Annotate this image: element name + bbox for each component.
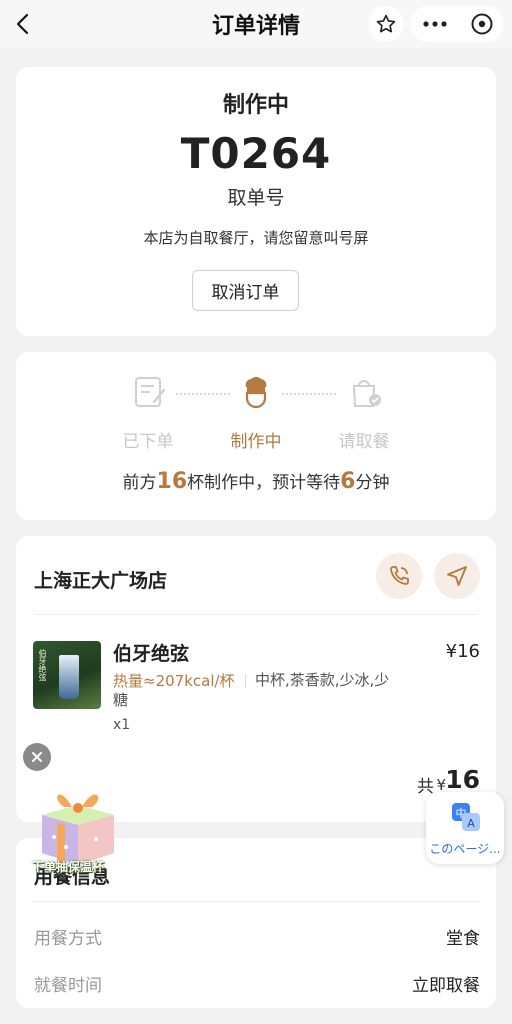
gift-promo-button[interactable] bbox=[36, 777, 120, 871]
translate-page-button[interactable]: 中A このページ... bbox=[426, 792, 504, 864]
pickup-bag-icon bbox=[346, 372, 386, 412]
close-circle-icon bbox=[471, 13, 493, 35]
total-amount: 16 bbox=[445, 765, 480, 794]
progress-line bbox=[176, 393, 230, 395]
cups-ahead: 16 bbox=[156, 469, 188, 494]
phone-icon bbox=[390, 566, 409, 585]
mini-program-capsule bbox=[410, 6, 504, 42]
store-name: 上海正大广场店 bbox=[34, 570, 168, 592]
navigate-button[interactable] bbox=[434, 553, 480, 599]
divider bbox=[34, 614, 478, 615]
product-quantity: x1 bbox=[113, 717, 131, 733]
close-icon bbox=[32, 752, 42, 762]
product-options: 中杯,茶香款,少冰,少糖 bbox=[113, 671, 390, 709]
queue-suffix: 分钟 bbox=[355, 473, 390, 493]
progress-line bbox=[282, 393, 336, 395]
order-placed-icon bbox=[130, 372, 170, 412]
product-price: ¥16 bbox=[445, 641, 480, 662]
favorite-button[interactable] bbox=[368, 6, 404, 42]
pickup-notice: 本店为自取餐厅，请您留意叫号屏 bbox=[143, 229, 369, 247]
progress-card: 已下单 制作中 请取餐 前方16杯制作中，预计等待6分钟 bbox=[16, 352, 496, 520]
order-status-card: 制作中 T0264 取单号 本店为自取餐厅，请您留意叫号屏 取消订单 bbox=[16, 67, 496, 336]
order-status: 制作中 bbox=[222, 93, 289, 118]
close-promo-button[interactable] bbox=[23, 743, 51, 771]
product-name: 伯牙绝弦 bbox=[113, 643, 190, 665]
close-button[interactable] bbox=[460, 6, 504, 42]
dining-time-label: 就餐时间 bbox=[34, 976, 102, 996]
product-image-text: 伯牙绝弦 bbox=[38, 649, 47, 681]
call-store-button[interactable] bbox=[376, 553, 422, 599]
queue-middle: 杯制作中，预计等待 bbox=[187, 473, 341, 493]
queue-status: 前方16杯制作中，预计等待6分钟 bbox=[16, 468, 496, 494]
dining-method-value: 堂食 bbox=[446, 929, 480, 949]
promo-caption: 下单抽保温杯 bbox=[32, 860, 105, 874]
queue-prefix: 前方 bbox=[122, 473, 157, 493]
step-label-pickup: 请取餐 bbox=[338, 432, 390, 452]
navigation-arrow-icon bbox=[447, 566, 467, 586]
pickup-number-label: 取单号 bbox=[227, 187, 285, 209]
dining-method-label: 用餐方式 bbox=[34, 929, 102, 949]
gift-box-icon bbox=[42, 794, 114, 869]
dining-time-value: 立即取餐 bbox=[412, 976, 480, 996]
step-label-ordered: 已下单 bbox=[122, 432, 174, 452]
svg-text:A: A bbox=[467, 817, 475, 830]
pickup-number: T0264 bbox=[180, 129, 332, 178]
cup-graphic bbox=[59, 655, 79, 699]
product-image: 伯牙绝弦 bbox=[33, 641, 101, 709]
top-bar: 订单详情 bbox=[0, 0, 512, 48]
step-label-making: 制作中 bbox=[230, 432, 282, 452]
wait-minutes: 6 bbox=[340, 469, 356, 494]
translate-label: このページ... bbox=[429, 842, 501, 856]
cancel-order-button[interactable]: 取消订单 bbox=[192, 270, 299, 311]
more-button[interactable] bbox=[410, 6, 460, 42]
more-icon bbox=[423, 21, 447, 27]
divider bbox=[34, 901, 478, 902]
star-icon bbox=[376, 14, 396, 33]
chef-icon bbox=[236, 372, 276, 412]
translate-icon: 中A bbox=[451, 802, 481, 832]
